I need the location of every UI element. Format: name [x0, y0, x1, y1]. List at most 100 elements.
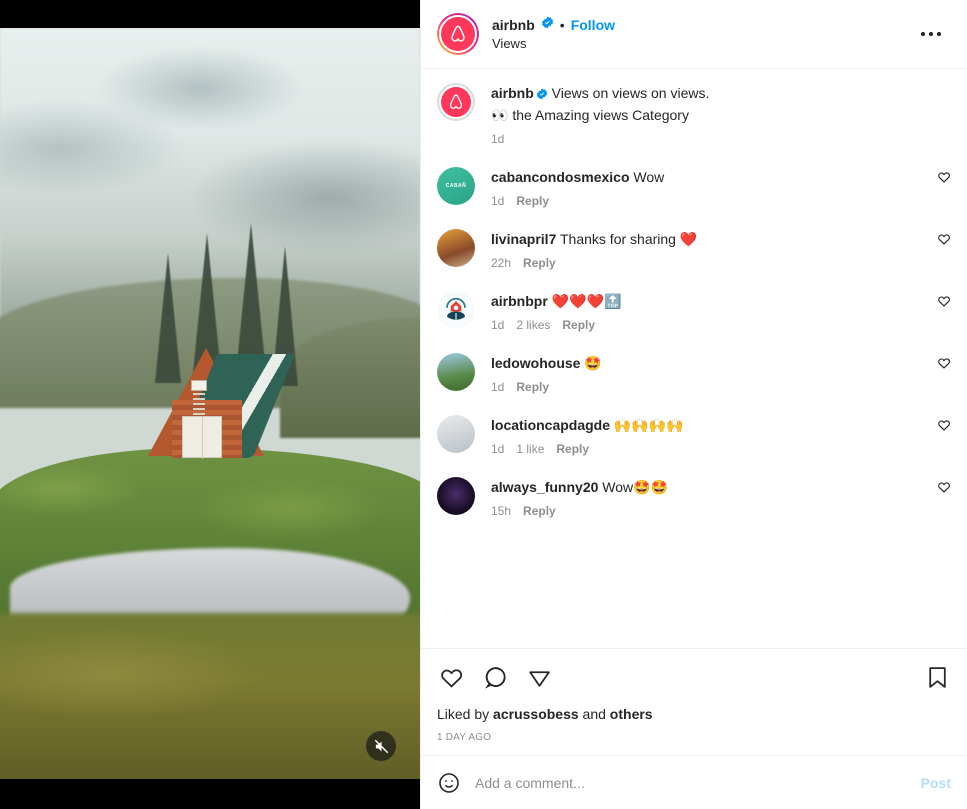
caption-meta: 1d: [491, 132, 921, 146]
airbnbpr-logo-icon: [446, 297, 466, 320]
comment-like-button[interactable]: [921, 353, 951, 394]
likes-user[interactable]: acrussobess: [493, 706, 579, 722]
header-separator: •: [559, 17, 565, 33]
save-button[interactable]: [923, 663, 951, 691]
comment-item: always_funny20 Wow🤩🤩 15h Reply: [437, 477, 951, 518]
reply-button[interactable]: Reply: [556, 442, 589, 456]
comment-username[interactable]: always_funny20: [491, 479, 598, 495]
comment-time: 1d: [491, 442, 505, 456]
comment-item: livinapril7 Thanks for sharing ❤️ 22h Re…: [437, 229, 951, 270]
cabancondosmexico-avatar[interactable]: CABAÑ: [437, 167, 475, 205]
comment-text: ❤️❤️❤️🔝: [551, 293, 622, 309]
smiley-face-icon[interactable]: [437, 771, 461, 795]
comment-text: Thanks for sharing ❤️: [560, 231, 698, 247]
likes-summary: Liked by acrussobess and others: [437, 697, 951, 723]
comment-like-button[interactable]: [921, 167, 951, 208]
instagram-post: airbnb • Follow Views airbnb Views on vi…: [0, 0, 967, 809]
airbnb-avatar[interactable]: [437, 83, 475, 121]
comment-username[interactable]: ledowohouse: [491, 355, 580, 371]
likes-prefix: Liked by: [437, 706, 494, 722]
heart-icon: [440, 668, 462, 688]
post-caption: airbnb Views on views on views. 👀 the Am…: [437, 83, 951, 146]
heart-icon: [938, 296, 950, 307]
comment-item: locationcapdagde 🙌🙌🙌🙌 1d 1 like Reply: [437, 415, 951, 456]
emoji-picker-icon: [439, 772, 459, 793]
likes-others[interactable]: others: [610, 706, 653, 722]
airbnb-belo-icon: [449, 94, 463, 109]
more-options-button[interactable]: [911, 22, 951, 46]
airbnb-belo-icon: [451, 25, 465, 42]
livinapril7-avatar[interactable]: [437, 229, 475, 267]
comment-item: ledowohouse 🤩 1d Reply: [437, 353, 951, 394]
post-video-frame[interactable]: [0, 28, 420, 779]
comment-username[interactable]: airbnbpr: [491, 293, 548, 309]
comment-like-button[interactable]: [921, 415, 951, 456]
reply-button[interactable]: Reply: [523, 504, 556, 518]
header-subtitle: Views: [492, 36, 527, 51]
header-username[interactable]: airbnb: [492, 16, 535, 34]
comment-input[interactable]: [475, 774, 921, 791]
heart-icon: [938, 234, 950, 245]
post-sidebar: airbnb • Follow Views airbnb Views on vi…: [420, 0, 967, 809]
caption-line-2: 👀 the Amazing views Category: [491, 107, 689, 123]
verified-badge-icon: [536, 85, 548, 105]
comment-time: 22h: [491, 256, 512, 270]
a-frame-cabin: [148, 348, 298, 459]
comment-text: Wow: [633, 169, 665, 185]
bookmark-icon: [928, 666, 946, 688]
speech-bubble-icon: [484, 666, 506, 689]
paper-plane-icon: [528, 670, 550, 687]
comment-text: Wow🤩🤩: [602, 479, 669, 495]
foreground-grass: [0, 613, 420, 779]
heart-icon: [938, 482, 950, 493]
comment-like-button[interactable]: [921, 291, 951, 332]
comments-list[interactable]: airbnb Views on views on views. 👀 the Am…: [421, 69, 967, 649]
follow-button[interactable]: Follow: [571, 16, 615, 34]
post-media[interactable]: [0, 0, 420, 809]
caption-time: 1d: [491, 132, 505, 146]
likes-middle: and: [578, 706, 610, 722]
post-comment-button[interactable]: Post: [921, 775, 951, 791]
caption-username[interactable]: airbnb: [491, 85, 534, 101]
post-actions: Liked by acrussobess and others 1 DAY AG…: [421, 649, 967, 755]
locationcapdagde-avatar[interactable]: [437, 415, 475, 453]
heart-icon: [938, 172, 950, 183]
comment-item: CABAÑ cabancondosmexico Wow 1d Reply: [437, 167, 951, 208]
header-text: airbnb • Follow Views: [492, 16, 911, 52]
comment-username[interactable]: livinapril7: [491, 231, 556, 247]
always_funny20-avatar[interactable]: [437, 477, 475, 515]
heart-icon: [938, 420, 950, 431]
post-timestamp: 1 DAY AGO: [437, 732, 492, 743]
airbnb-avatar[interactable]: [437, 13, 479, 55]
share-button[interactable]: [525, 663, 553, 691]
muted-speaker-icon[interactable]: [366, 731, 396, 761]
ellipsis-icon: [921, 32, 941, 36]
comment-like-button[interactable]: [921, 477, 951, 518]
comment-username[interactable]: cabancondosmexico: [491, 169, 630, 185]
comment-item: airbnbpr ❤️❤️❤️🔝 1d 2 likes Reply: [437, 291, 951, 332]
comment-likes[interactable]: 2 likes: [516, 318, 550, 332]
caption-text: airbnb Views on views on views. 👀 the Am…: [491, 83, 921, 125]
comment-like-button[interactable]: [921, 229, 951, 270]
cabin-door: [182, 416, 222, 459]
post-header: airbnb • Follow Views: [421, 0, 967, 69]
comment-text: 🙌🙌🙌🙌: [613, 417, 684, 433]
reply-button[interactable]: Reply: [523, 256, 556, 270]
cabin-ladder: [193, 393, 205, 415]
comment-time: 1d: [491, 318, 505, 332]
add-comment-bar: Post: [421, 755, 967, 809]
reply-button[interactable]: Reply: [516, 194, 549, 208]
avatar-initials: CABAÑ: [445, 183, 467, 189]
reply-button[interactable]: Reply: [562, 318, 595, 332]
ledowohouse-avatar[interactable]: [437, 353, 475, 391]
caption-line-1: Views on views on views.: [551, 85, 710, 101]
reply-button[interactable]: Reply: [516, 380, 549, 394]
cabin-window: [191, 380, 207, 391]
comment-time: 1d: [491, 380, 505, 394]
airbnbpr-avatar[interactable]: [437, 291, 475, 329]
comment-username[interactable]: locationcapdagde: [491, 417, 610, 433]
comment-button[interactable]: [481, 663, 509, 691]
comment-likes[interactable]: 1 like: [516, 442, 544, 456]
like-button[interactable]: [437, 663, 465, 691]
heart-icon: [938, 358, 950, 369]
